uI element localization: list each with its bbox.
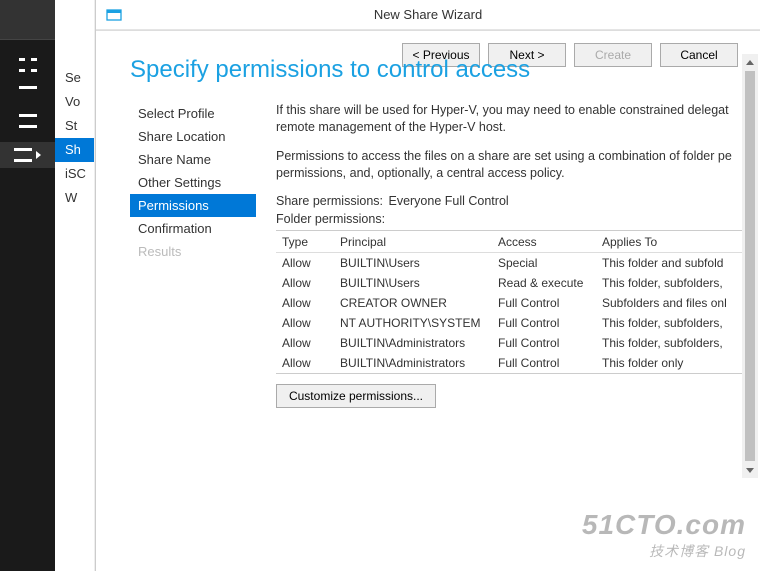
cell-access: Full Control <box>492 336 596 350</box>
folder-permissions-table: Type Principal Access Applies To AllowBU… <box>276 230 754 374</box>
cell-applies: This folder only <box>596 356 754 370</box>
table-row[interactable]: AllowCREATOR OWNERFull ControlSubfolders… <box>276 293 754 313</box>
col-type[interactable]: Type <box>276 235 334 249</box>
vertical-scrollbar[interactable] <box>742 54 758 478</box>
local-server-icon[interactable] <box>19 86 37 100</box>
wizard-step-share-location[interactable]: Share Location <box>130 125 256 148</box>
cell-applies: Subfolders and files onl <box>596 296 754 310</box>
scroll-up-button[interactable] <box>742 54 758 70</box>
wizard-step-permissions[interactable]: Permissions <box>130 194 256 217</box>
rail-header <box>0 0 55 40</box>
file-services-icon[interactable] <box>0 142 55 168</box>
servers-list-item[interactable]: W <box>55 186 94 210</box>
cell-applies: This folder, subfolders, <box>596 316 754 330</box>
servers-list-item[interactable]: iSC <box>55 162 94 186</box>
wizard-content: If this share will be used for Hyper-V, … <box>256 100 760 523</box>
cell-principal: BUILTIN\Administrators <box>334 356 492 370</box>
description-permissions: Permissions to access the files on a sha… <box>276 148 754 182</box>
cell-applies: This folder, subfolders, <box>596 276 754 290</box>
cell-type: Allow <box>276 296 334 310</box>
cell-applies: This folder and subfold <box>596 256 754 270</box>
cell-access: Full Control <box>492 296 596 310</box>
cell-applies: This folder, subfolders, <box>596 336 754 350</box>
folder-permissions-label: Folder permissions: <box>276 212 754 226</box>
wizard-title: New Share Wizard <box>126 7 760 22</box>
table-row[interactable]: AllowBUILTIN\UsersSpecialThis folder and… <box>276 253 754 273</box>
table-row[interactable]: AllowBUILTIN\AdministratorsFull ControlT… <box>276 333 754 353</box>
cell-access: Special <box>492 256 596 270</box>
wizard-step-select-profile[interactable]: Select Profile <box>130 102 256 125</box>
cell-principal: BUILTIN\Users <box>334 256 492 270</box>
cell-principal: NT AUTHORITY\SYSTEM <box>334 316 492 330</box>
cell-type: Allow <box>276 316 334 330</box>
all-servers-icon[interactable] <box>19 114 37 128</box>
wizard-steps: Select ProfileShare LocationShare NameOt… <box>96 100 256 523</box>
cell-type: Allow <box>276 336 334 350</box>
wizard-icon <box>102 3 126 27</box>
cell-principal: CREATOR OWNER <box>334 296 492 310</box>
wizard-step-results: Results <box>130 240 256 263</box>
servers-list-panel: SeVoStShiSCW <box>55 0 95 571</box>
new-share-wizard-window: New Share Wizard Specify permissions to … <box>95 0 760 571</box>
description-hyperv: If this share will be used for Hyper-V, … <box>276 102 754 136</box>
table-row[interactable]: AllowBUILTIN\AdministratorsFull ControlT… <box>276 353 754 373</box>
col-access[interactable]: Access <box>492 235 596 249</box>
wizard-step-confirmation[interactable]: Confirmation <box>130 217 256 240</box>
cell-access: Full Control <box>492 316 596 330</box>
cell-type: Allow <box>276 276 334 290</box>
dashboard-icon[interactable] <box>19 58 37 72</box>
col-principal[interactable]: Principal <box>334 235 492 249</box>
server-manager-rail <box>0 0 55 571</box>
customize-permissions-button[interactable]: Customize permissions... <box>276 384 436 408</box>
wizard-titlebar: New Share Wizard <box>96 0 760 30</box>
wizard-step-other-settings[interactable]: Other Settings <box>130 171 256 194</box>
cell-type: Allow <box>276 256 334 270</box>
cell-access: Read & execute <box>492 276 596 290</box>
scroll-down-button[interactable] <box>742 462 758 478</box>
cell-access: Full Control <box>492 356 596 370</box>
servers-list-item[interactable]: Se <box>55 66 94 90</box>
servers-list-item[interactable]: St <box>55 114 94 138</box>
wizard-step-share-name[interactable]: Share Name <box>130 148 256 171</box>
page-title: Specify permissions to control access <box>96 30 760 102</box>
cell-principal: BUILTIN\Users <box>334 276 492 290</box>
servers-list-item[interactable]: Vo <box>55 90 94 114</box>
scroll-thumb[interactable] <box>745 71 755 461</box>
servers-list-item[interactable]: Sh <box>55 138 94 162</box>
col-applies-to[interactable]: Applies To <box>596 235 754 249</box>
table-row[interactable]: AllowBUILTIN\UsersRead & executeThis fol… <box>276 273 754 293</box>
share-permissions-label: Share permissions: <box>276 194 383 208</box>
cell-principal: BUILTIN\Administrators <box>334 336 492 350</box>
cell-type: Allow <box>276 356 334 370</box>
table-row[interactable]: AllowNT AUTHORITY\SYSTEMFull ControlThis… <box>276 313 754 333</box>
share-permissions-value: Everyone Full Control <box>388 194 508 208</box>
table-header: Type Principal Access Applies To <box>276 231 754 253</box>
